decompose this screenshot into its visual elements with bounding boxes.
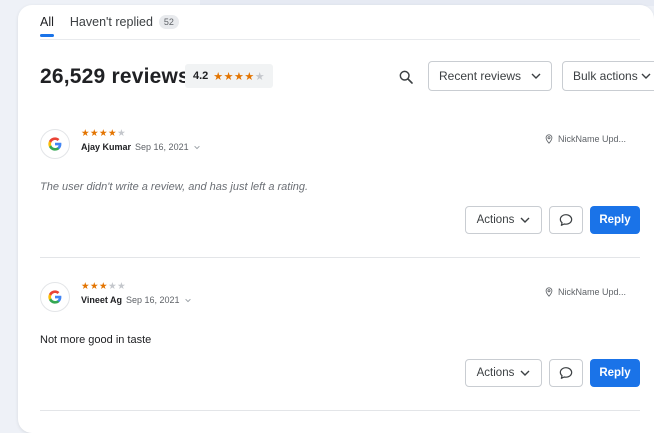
bulk-actions-label: Bulk actions xyxy=(573,69,638,83)
tab-all-label: All xyxy=(40,15,54,29)
review-date: Sep 16, 2021 xyxy=(126,295,180,305)
review-stars: ★★★★★ xyxy=(81,128,127,139)
review-text: Not more good in taste xyxy=(40,334,152,346)
unreplied-count-badge: 52 xyxy=(158,15,179,29)
search-icon[interactable] xyxy=(398,69,414,85)
reviews-card: All Haven't replied 52 26,529 reviews 4.… xyxy=(18,5,654,433)
review-meta: Ajay Kumar Sep 16, 2021 xyxy=(81,142,201,152)
tab-havent-replied-label: Haven't replied xyxy=(69,15,153,29)
review-item: ★★★★★ Vineet Ag Sep 16, 2021 NickName Up… xyxy=(40,273,640,413)
chevron-down-icon xyxy=(520,370,530,376)
comment-button[interactable] xyxy=(549,359,583,387)
actions-button-label: Actions xyxy=(476,214,515,226)
review-divider xyxy=(40,257,640,258)
reply-button[interactable]: Reply xyxy=(590,359,640,387)
bulk-actions-dropdown[interactable]: Bulk actions xyxy=(562,61,654,91)
location-label: NickName Upd... xyxy=(557,287,626,297)
review-date: Sep 16, 2021 xyxy=(135,142,189,152)
review-actions-row: Actions Reply xyxy=(465,206,640,236)
comment-icon xyxy=(559,367,573,379)
review-item: ★★★★★ Ajay Kumar Sep 16, 2021 NickName U… xyxy=(40,120,640,260)
tab-havent-replied[interactable]: Haven't replied 52 xyxy=(70,15,179,37)
chevron-down-icon xyxy=(520,217,530,223)
review-count-title: 26,529 reviews xyxy=(40,65,190,88)
review-text: The user didn't write a review, and has … xyxy=(40,181,309,193)
reviews-header: 26,529 reviews 4.2 ★★★★★ Recent reviews … xyxy=(40,61,654,93)
average-rating-value: 4.2 xyxy=(193,70,209,82)
actions-button[interactable]: Actions xyxy=(465,359,542,387)
caret-down-icon[interactable] xyxy=(184,296,192,304)
review-divider xyxy=(40,410,640,411)
location-label: NickName Upd... xyxy=(557,134,626,144)
reply-button[interactable]: Reply xyxy=(590,206,640,234)
review-location: NickName Upd... xyxy=(544,287,626,297)
comment-button[interactable] xyxy=(549,206,583,234)
comment-icon xyxy=(559,214,573,226)
tabs-divider xyxy=(40,39,640,40)
google-g-icon xyxy=(40,129,70,159)
review-actions-row: Actions Reply xyxy=(465,359,640,389)
review-location: NickName Upd... xyxy=(544,134,626,144)
sort-dropdown[interactable]: Recent reviews xyxy=(428,61,552,91)
review-meta: Vineet Ag Sep 16, 2021 xyxy=(81,295,192,305)
review-stars: ★★★★★ xyxy=(81,281,127,292)
actions-button-label: Actions xyxy=(476,367,515,379)
sort-dropdown-label: Recent reviews xyxy=(439,69,522,83)
google-g-icon xyxy=(40,282,70,312)
location-pin-icon xyxy=(545,134,553,144)
chevron-down-icon xyxy=(531,73,541,79)
review-author: Vineet Ag xyxy=(81,295,123,305)
average-rating-stars: ★★★★★ xyxy=(213,70,266,83)
chevron-down-icon xyxy=(641,73,651,79)
tab-all[interactable]: All xyxy=(40,15,54,37)
caret-down-icon[interactable] xyxy=(193,143,201,151)
actions-button[interactable]: Actions xyxy=(465,206,542,234)
review-tabs: All Haven't replied 52 xyxy=(40,15,179,41)
average-rating-chip: 4.2 ★★★★★ xyxy=(185,64,274,88)
review-author: Ajay Kumar xyxy=(81,142,132,152)
location-pin-icon xyxy=(545,287,553,297)
